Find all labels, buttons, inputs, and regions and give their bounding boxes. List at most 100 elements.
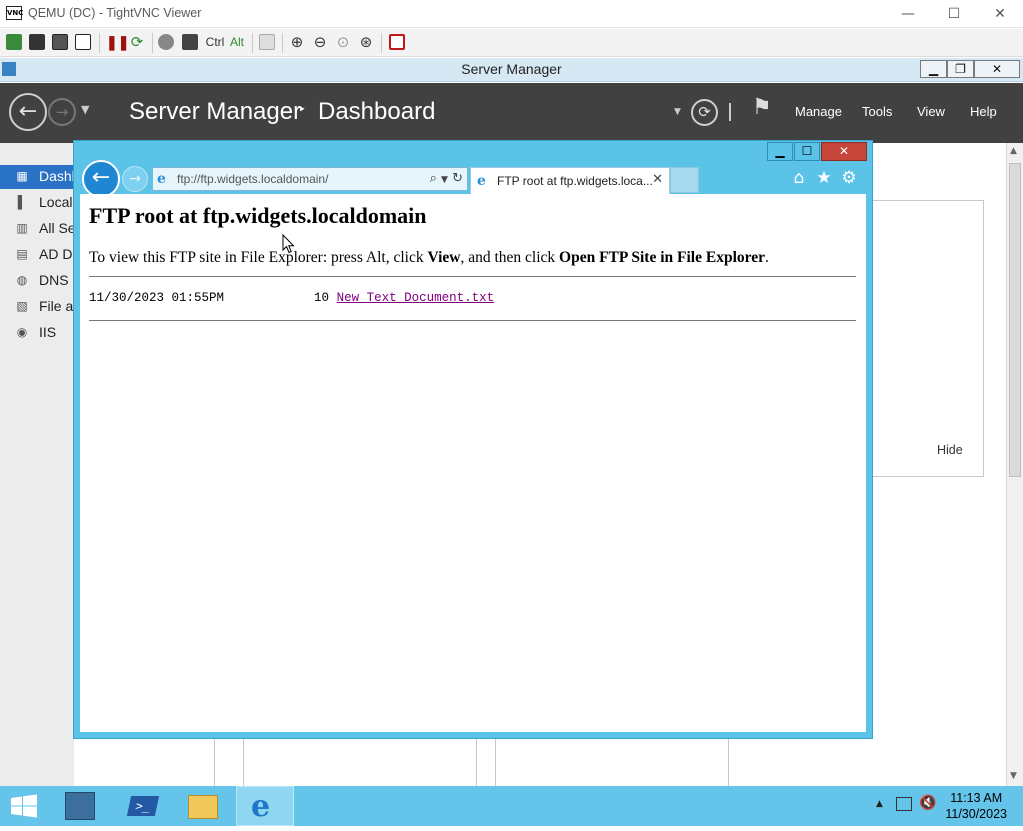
- show-hidden-icons[interactable]: ▲: [876, 799, 883, 809]
- sidebar-item-local-server[interactable]: ▌ Local Server: [0, 191, 118, 215]
- zoom-out-icon[interactable]: ⊖: [311, 33, 329, 51]
- welcome-panel: Hide: [872, 200, 984, 477]
- page-title: FTP root at ftp.widgets.localdomain: [89, 203, 427, 228]
- menu-tools[interactable]: Tools: [862, 104, 892, 119]
- volume-muted-icon[interactable]: 🔇: [919, 795, 936, 811]
- vnc-window-title: QEMU (DC) - TightVNC Viewer: [28, 6, 202, 20]
- view-keyword: View: [427, 249, 461, 266]
- start-button[interactable]: [0, 786, 48, 826]
- tab-close-icon[interactable]: ✕: [652, 172, 663, 187]
- address-url[interactable]: ftp://ftp.widgets.localdomain/: [177, 172, 328, 186]
- ie-minimize-button[interactable]: ▁: [767, 142, 793, 161]
- file-explorer-icon: [188, 795, 218, 819]
- dashboard-icon: ▦: [16, 169, 28, 183]
- system-clock[interactable]: 11:13 AM 11/30/2023: [945, 790, 1007, 822]
- sidebar-item-dns[interactable]: ◍ DNS: [0, 269, 74, 293]
- refresh-icon[interactable]: ⟳: [128, 33, 146, 51]
- vnc-logo-icon: VNC: [6, 6, 23, 20]
- page-instruction: To view this FTP site in File Explorer: …: [89, 249, 769, 266]
- vnc-minimize-button[interactable]: —: [885, 0, 931, 28]
- file-list-row: 11/30/2023 01:55PM 10 New Text Document.…: [89, 291, 494, 305]
- ie-page-content: [80, 194, 866, 732]
- zoom-in-icon[interactable]: ⊕: [288, 33, 306, 51]
- options-icon[interactable]: [52, 34, 68, 50]
- back-button[interactable]: ←: [9, 93, 47, 131]
- ie-back-button[interactable]: ←: [82, 160, 120, 198]
- ie-forward-button[interactable]: →: [122, 166, 148, 192]
- transfer-icon[interactable]: [158, 34, 174, 50]
- ie-address-bar[interactable]: e ftp://ftp.widgets.localdomain/ ⌕ ▼ ↻: [152, 167, 468, 191]
- hide-link[interactable]: Hide: [937, 443, 963, 457]
- sm-restore-button[interactable]: ❐: [947, 60, 974, 78]
- menu-view[interactable]: View: [917, 104, 945, 119]
- file-date: 11/30/2023 01:55PM: [89, 291, 225, 305]
- sidebar-item-dashboard[interactable]: ▦ Dashboard: [0, 165, 108, 189]
- sidebar-item-all-servers[interactable]: ▥ All Servers: [0, 217, 106, 241]
- notifications-flag-icon[interactable]: ⚑: [752, 95, 772, 120]
- zoom-100-icon[interactable]: ⊙: [334, 33, 352, 51]
- save-icon[interactable]: [29, 34, 45, 50]
- sm-close-button[interactable]: ✕: [974, 60, 1020, 78]
- taskbar-file-explorer[interactable]: [174, 786, 232, 826]
- refresh-icon[interactable]: ⟳: [691, 99, 718, 126]
- favorites-star-icon[interactable]: ★: [814, 168, 834, 188]
- address-dropdown-icon[interactable]: ▼: [441, 175, 448, 185]
- sidebar-item-iis[interactable]: ◉ IIS: [0, 321, 74, 345]
- scroll-up-icon[interactable]: ▲: [1010, 146, 1017, 156]
- clock-date: 11/30/2023: [945, 807, 1007, 821]
- vnc-title-bar: VNC QEMU (DC) - TightVNC Viewer — ☐ ✕: [0, 0, 1023, 28]
- taskbar-powershell[interactable]: >_: [113, 786, 171, 826]
- ad-icon: ▤: [16, 247, 28, 261]
- servers-icon: ▥: [16, 221, 28, 235]
- clipboard-icon[interactable]: [259, 34, 275, 50]
- scrollbar-thumb[interactable]: [1009, 163, 1021, 477]
- settings-gear-icon[interactable]: ⚙: [839, 168, 859, 188]
- ie-tab[interactable]: e FTP root at ftp.widgets.loca... ✕: [470, 167, 670, 194]
- ctrl-alt-del-icon[interactable]: [182, 34, 198, 50]
- alt-key-button[interactable]: Alt: [228, 33, 246, 51]
- taskbar-server-manager[interactable]: [52, 786, 110, 826]
- info-icon[interactable]: [75, 34, 91, 50]
- search-icon[interactable]: ⌕: [430, 171, 437, 186]
- sm-minimize-button[interactable]: ▁: [920, 60, 947, 78]
- powershell-icon: >_: [126, 796, 160, 816]
- server-manager-scrollbar[interactable]: ▲ ▼: [1006, 143, 1023, 786]
- vnc-maximize-button[interactable]: ☐: [931, 0, 977, 28]
- dns-icon: ◍: [16, 273, 28, 287]
- role-tile: [243, 737, 477, 786]
- scroll-down-icon[interactable]: ▼: [1010, 771, 1017, 781]
- internet-explorer-icon: e: [251, 789, 271, 824]
- breadcrumb-page: Dashboard: [318, 98, 436, 125]
- server-manager-window-title: Server Manager: [461, 61, 562, 77]
- ie-page-icon: e: [157, 171, 166, 187]
- windows-logo-icon: [11, 794, 37, 818]
- breadcrumb-separator: ‣: [298, 101, 307, 117]
- menu-manage[interactable]: Manage: [795, 104, 842, 119]
- file-link[interactable]: New Text Document.txt: [337, 291, 495, 305]
- ctrl-key-button[interactable]: Ctrl: [204, 33, 226, 51]
- refresh-page-icon[interactable]: ↻: [452, 171, 463, 186]
- forward-button[interactable]: →: [48, 98, 76, 126]
- fullscreen-icon[interactable]: [389, 34, 405, 50]
- vnc-toolbar: ❚❚ ⟳ Ctrl Alt ⊕ ⊖ ⊙ ⊛: [0, 29, 1023, 57]
- network-icon[interactable]: [896, 797, 912, 811]
- breadcrumb-root[interactable]: Server Manager: [129, 98, 301, 126]
- pause-icon[interactable]: ❚❚: [106, 33, 129, 51]
- menu-help[interactable]: Help: [970, 104, 997, 119]
- history-dropdown-icon[interactable]: ▼: [81, 103, 89, 116]
- ie-maximize-button[interactable]: ☐: [794, 142, 820, 161]
- vnc-close-button[interactable]: ✕: [977, 0, 1023, 28]
- server-manager-icon: [65, 792, 95, 820]
- sidebar-item-file-storage[interactable]: ▧ File and Storage Services: [0, 295, 199, 319]
- file-icon: ▧: [16, 299, 28, 313]
- ie-close-button[interactable]: ✕: [821, 142, 867, 161]
- refresh-dropdown-icon[interactable]: ▼: [674, 107, 681, 117]
- sidebar-item-ad-ds[interactable]: ▤ AD DS: [0, 243, 81, 267]
- new-connection-icon[interactable]: [6, 34, 22, 50]
- new-tab-button[interactable]: [670, 167, 699, 193]
- server-manager-sidebar: ▦ Dashboard ▌ Local Server ▥ All Servers…: [0, 143, 199, 786]
- taskbar: >_ e ▲ 🔇 11:13 AM 11/30/2023: [0, 786, 1023, 826]
- home-icon[interactable]: ⌂: [789, 168, 809, 188]
- taskbar-internet-explorer[interactable]: e: [236, 786, 294, 826]
- zoom-fit-icon[interactable]: ⊛: [357, 33, 375, 51]
